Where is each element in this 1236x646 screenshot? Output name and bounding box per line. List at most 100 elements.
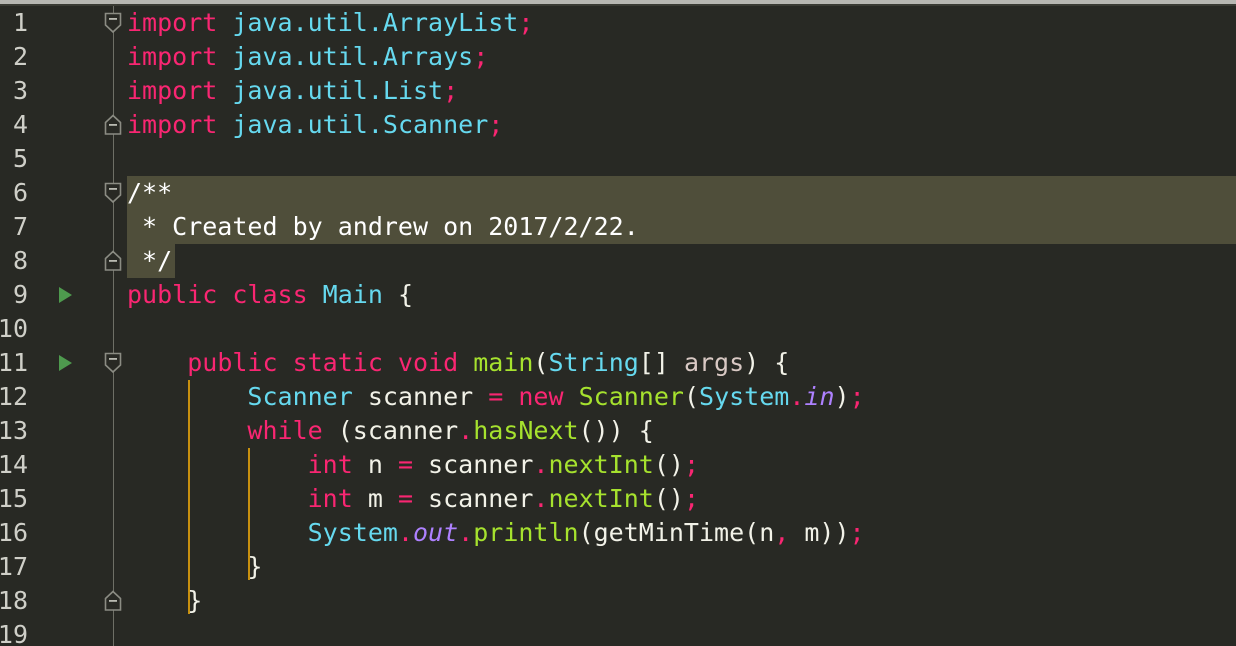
code-token-typ: java.util.List bbox=[232, 76, 443, 105]
code-line[interactable]: int n = scanner.nextInt(); bbox=[127, 448, 699, 482]
code-token-op: , bbox=[774, 518, 789, 547]
code-token-kw: import bbox=[127, 42, 217, 71]
fold-rail bbox=[113, 6, 114, 646]
code-line[interactable]: * Created by andrew on 2017/2/22. bbox=[127, 210, 639, 244]
code-token-kw: int bbox=[308, 484, 353, 513]
line-number: 18 bbox=[0, 584, 28, 618]
code-line[interactable]: while (scanner.hasNext()) { bbox=[127, 414, 654, 448]
fold-collapse-end-icon[interactable] bbox=[103, 114, 123, 136]
line-number: 10 bbox=[0, 312, 28, 346]
code-token-pun: { bbox=[383, 280, 413, 309]
code-token-typ: System bbox=[308, 518, 398, 547]
code-line[interactable]: public class Main { bbox=[127, 278, 413, 312]
code-line[interactable]: import java.util.Arrays; bbox=[127, 40, 488, 74]
code-line[interactable]: import java.util.List; bbox=[127, 74, 458, 108]
code-token-kw: public class bbox=[127, 280, 323, 309]
code-line[interactable]: } bbox=[127, 550, 262, 584]
code-token-txt bbox=[127, 416, 247, 445]
code-token-fn: Scanner bbox=[579, 382, 684, 411]
code-token-op: . bbox=[789, 382, 804, 411]
code-line[interactable]: import java.util.Scanner; bbox=[127, 108, 503, 142]
line-number: 7 bbox=[0, 210, 28, 244]
code-token-fn: println bbox=[473, 518, 578, 547]
line-number: 11 bbox=[0, 346, 28, 380]
code-line[interactable]: } bbox=[127, 584, 202, 618]
code-token-op: = bbox=[488, 382, 503, 411]
code-token-kw: ; bbox=[473, 42, 488, 71]
code-content[interactable]: import java.util.ArrayList;import java.u… bbox=[127, 6, 1236, 646]
line-number: 1 bbox=[0, 6, 28, 40]
code-token-cmt: */ bbox=[127, 246, 172, 275]
line-number: 17 bbox=[0, 550, 28, 584]
code-token-kw: import bbox=[127, 8, 217, 37]
fold-collapse-end-icon[interactable] bbox=[103, 590, 123, 612]
code-token-txt bbox=[217, 42, 232, 71]
code-line[interactable]: /** bbox=[127, 176, 172, 210]
code-token-op: ; bbox=[850, 382, 865, 411]
code-token-kw: ; bbox=[443, 76, 458, 105]
line-number: 3 bbox=[0, 74, 28, 108]
code-token-op: ; bbox=[684, 450, 699, 479]
fold-collapse-end-icon[interactable] bbox=[103, 250, 123, 272]
code-token-kw: import bbox=[127, 110, 217, 139]
code-token-pun: () bbox=[654, 450, 684, 479]
editor-gutter[interactable]: 12345678910111213141516171819 bbox=[0, 6, 127, 646]
code-token-typ: String bbox=[548, 348, 638, 377]
code-token-txt: scanner bbox=[353, 416, 458, 445]
code-token-fn: main bbox=[473, 348, 533, 377]
code-token-pun: } bbox=[127, 552, 262, 581]
code-line[interactable]: import java.util.ArrayList; bbox=[127, 6, 533, 40]
code-token-typ: java.util.Arrays bbox=[232, 42, 473, 71]
line-number: 16 bbox=[0, 516, 28, 550]
code-token-txt: scanner bbox=[353, 382, 488, 411]
code-token-cmt: * Created by andrew on 2017/2/22. bbox=[127, 212, 639, 241]
fold-collapse-start-icon[interactable] bbox=[103, 12, 123, 34]
code-token-fn: nextInt bbox=[548, 484, 653, 513]
line-number: 6 bbox=[0, 176, 28, 210]
code-token-cmt: /** bbox=[127, 178, 172, 207]
code-token-pun: (getMinTime(n bbox=[579, 518, 775, 547]
code-token-pun: () bbox=[654, 484, 684, 513]
code-token-op: . bbox=[458, 518, 473, 547]
run-gutter-icon[interactable] bbox=[59, 287, 72, 303]
code-token-fn: hasNext bbox=[473, 416, 578, 445]
code-token-op: = bbox=[398, 484, 413, 513]
line-number: 9 bbox=[0, 278, 28, 312]
code-token-op: . bbox=[533, 450, 548, 479]
code-editor[interactable]: import java.util.ArrayList;import java.u… bbox=[0, 0, 1236, 646]
code-token-kw: public static void bbox=[187, 348, 473, 377]
line-number: 19 bbox=[0, 618, 28, 646]
code-token-fld: in bbox=[804, 382, 834, 411]
code-token-typ: java.util.Scanner bbox=[232, 110, 488, 139]
code-token-txt bbox=[217, 8, 232, 37]
line-number: 12 bbox=[0, 380, 28, 414]
run-gutter-icon[interactable] bbox=[59, 355, 72, 371]
code-token-txt bbox=[127, 382, 247, 411]
code-line[interactable]: public static void main(String[] args) { bbox=[127, 346, 789, 380]
code-token-pun: ( bbox=[533, 348, 548, 377]
code-token-txt bbox=[503, 382, 518, 411]
code-token-txt: scanner bbox=[413, 484, 533, 513]
code-token-txt bbox=[127, 484, 308, 513]
code-line[interactable]: System.out.println(getMinTime(n, m)); bbox=[127, 516, 865, 550]
code-token-pun: ( bbox=[684, 382, 699, 411]
fold-collapse-start-icon[interactable] bbox=[103, 182, 123, 204]
code-token-op: = bbox=[398, 450, 413, 479]
code-token-txt: scanner bbox=[413, 450, 533, 479]
code-token-kw: new bbox=[518, 382, 563, 411]
fold-collapse-start-icon[interactable] bbox=[103, 352, 123, 374]
code-token-txt bbox=[217, 76, 232, 105]
line-number: 5 bbox=[0, 142, 28, 176]
code-line[interactable]: Scanner scanner = new Scanner(System.in)… bbox=[127, 380, 865, 414]
code-token-typ: Scanner bbox=[247, 382, 352, 411]
code-token-op: . bbox=[458, 416, 473, 445]
code-token-kw: ; bbox=[518, 8, 533, 37]
code-line[interactable]: */ bbox=[127, 244, 172, 278]
code-token-pun: } bbox=[127, 586, 202, 615]
code-token-op: ; bbox=[850, 518, 865, 547]
line-number: 14 bbox=[0, 448, 28, 482]
code-token-pun: ()) { bbox=[579, 416, 654, 445]
code-token-kw: ; bbox=[488, 110, 503, 139]
highlighted-line-band bbox=[127, 176, 1236, 210]
code-line[interactable]: int m = scanner.nextInt(); bbox=[127, 482, 699, 516]
